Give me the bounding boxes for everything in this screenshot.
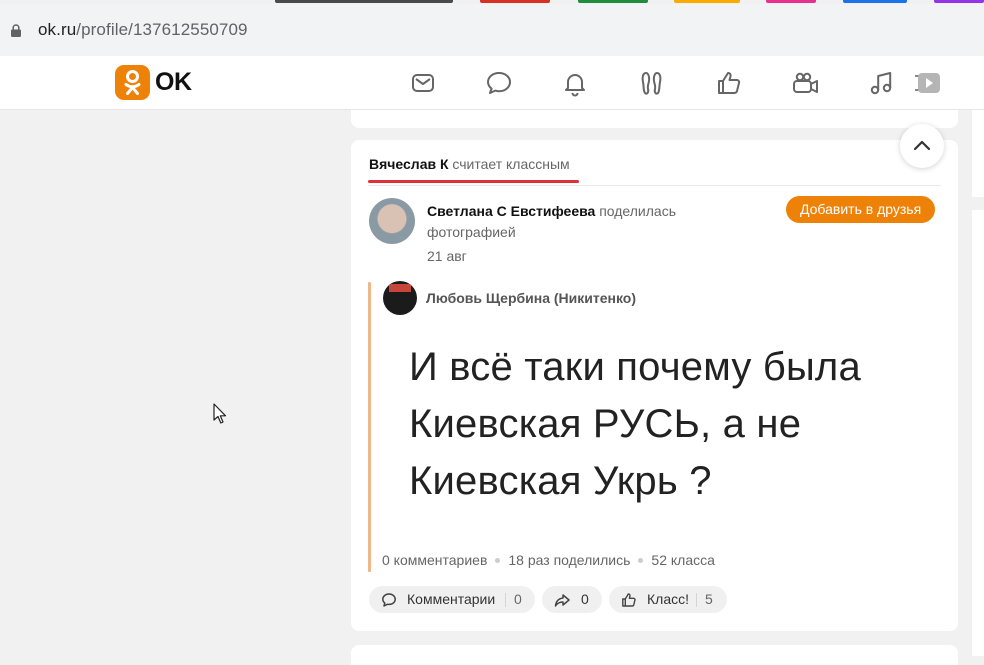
scroll-to-top-button[interactable]: [900, 124, 944, 168]
previous-post-card: [351, 110, 958, 128]
bell-icon[interactable]: [560, 68, 590, 98]
divider: [505, 593, 506, 607]
url-text[interactable]: ok.ru/profile/137612550709: [38, 20, 248, 40]
ok-logo-icon[interactable]: [115, 65, 150, 100]
liker-name[interactable]: Вячеслав К: [369, 156, 449, 172]
tab-indicator[interactable]: [275, 0, 453, 3]
url-field[interactable]: ok.ru/profile/137612550709: [0, 10, 984, 50]
right-sidebar-block: [972, 110, 984, 197]
separator-dot: [495, 558, 501, 563]
comments-count: 0: [514, 591, 522, 607]
like-label: Класс!: [647, 591, 689, 607]
image-text-line: Киевская РУСЬ, а не: [409, 402, 802, 446]
liker-suffix: считает классным: [448, 156, 570, 172]
repost-author-name[interactable]: Любовь Щербина (Никитенко): [426, 290, 636, 306]
add-friend-button[interactable]: Добавить в друзья: [786, 196, 936, 223]
divider: [368, 185, 941, 186]
comment-icon: [382, 593, 396, 607]
ok-logo-text[interactable]: OK: [155, 68, 192, 97]
next-post-card: [351, 645, 958, 665]
thumbs-up-icon: [622, 593, 636, 607]
post-liker-line: Вячеслав К считает классным: [369, 156, 570, 172]
guests-icon[interactable]: [637, 68, 667, 98]
image-text-line: Киевская Укрь ?: [409, 459, 712, 503]
tab-indicator[interactable]: [578, 0, 648, 3]
tab-indicator[interactable]: [934, 0, 984, 3]
avatar[interactable]: [369, 198, 415, 244]
shares-stat[interactable]: 18 раз поделились: [508, 552, 630, 568]
video-icon[interactable]: [790, 68, 820, 98]
mouse-cursor-icon: [213, 403, 227, 424]
share-count: 0: [581, 591, 589, 607]
tab-indicator[interactable]: [480, 0, 550, 3]
tab-indicator[interactable]: [843, 0, 907, 3]
tab-indicator[interactable]: [674, 0, 740, 3]
post-stats: 0 комментариев 18 раз поделились 52 класса: [382, 552, 715, 568]
separator-dot: [638, 558, 644, 563]
liker-underline: [368, 180, 579, 183]
like-count: 5: [705, 591, 713, 607]
comments-stat[interactable]: 0 комментариев: [382, 552, 487, 568]
post-author-line: Светлана С Евстифеева поделилась фотогра…: [427, 201, 767, 243]
comments-button[interactable]: Комментарии 0: [369, 586, 535, 613]
like-icon[interactable]: [714, 68, 744, 98]
share-icon: [554, 594, 570, 607]
like-button[interactable]: Класс! 5: [609, 586, 727, 613]
ok-header: OK: [0, 56, 984, 110]
share-button[interactable]: 0: [542, 586, 602, 613]
feed-post-card: Вячеслав К считает классным Светлана С Е…: [351, 124, 958, 631]
right-sidebar-block: [972, 210, 984, 656]
repost-avatar[interactable]: [383, 281, 417, 315]
chat-icon[interactable]: [484, 68, 514, 98]
browser-address-bar: ok.ru/profile/137612550709: [0, 4, 984, 56]
likes-stat[interactable]: 52 класса: [651, 552, 715, 568]
video-play-icon[interactable]: [912, 68, 942, 98]
chevron-up-icon: [913, 140, 931, 151]
mail-icon[interactable]: [408, 68, 438, 98]
repost-accent-bar: [368, 282, 371, 572]
author-name[interactable]: Светлана С Евстифеева: [427, 203, 595, 219]
image-text-line: И всё таки почему была: [409, 345, 861, 389]
left-column: [0, 110, 350, 656]
divider: [696, 593, 697, 607]
tab-indicator[interactable]: [766, 0, 816, 3]
post-image[interactable]: И всё таки почему была Киевская РУСЬ, а …: [409, 339, 929, 510]
post-date[interactable]: 21 авг: [427, 248, 467, 264]
comments-label: Комментарии: [407, 591, 496, 607]
lock-icon[interactable]: [10, 24, 22, 37]
music-icon[interactable]: [866, 68, 896, 98]
